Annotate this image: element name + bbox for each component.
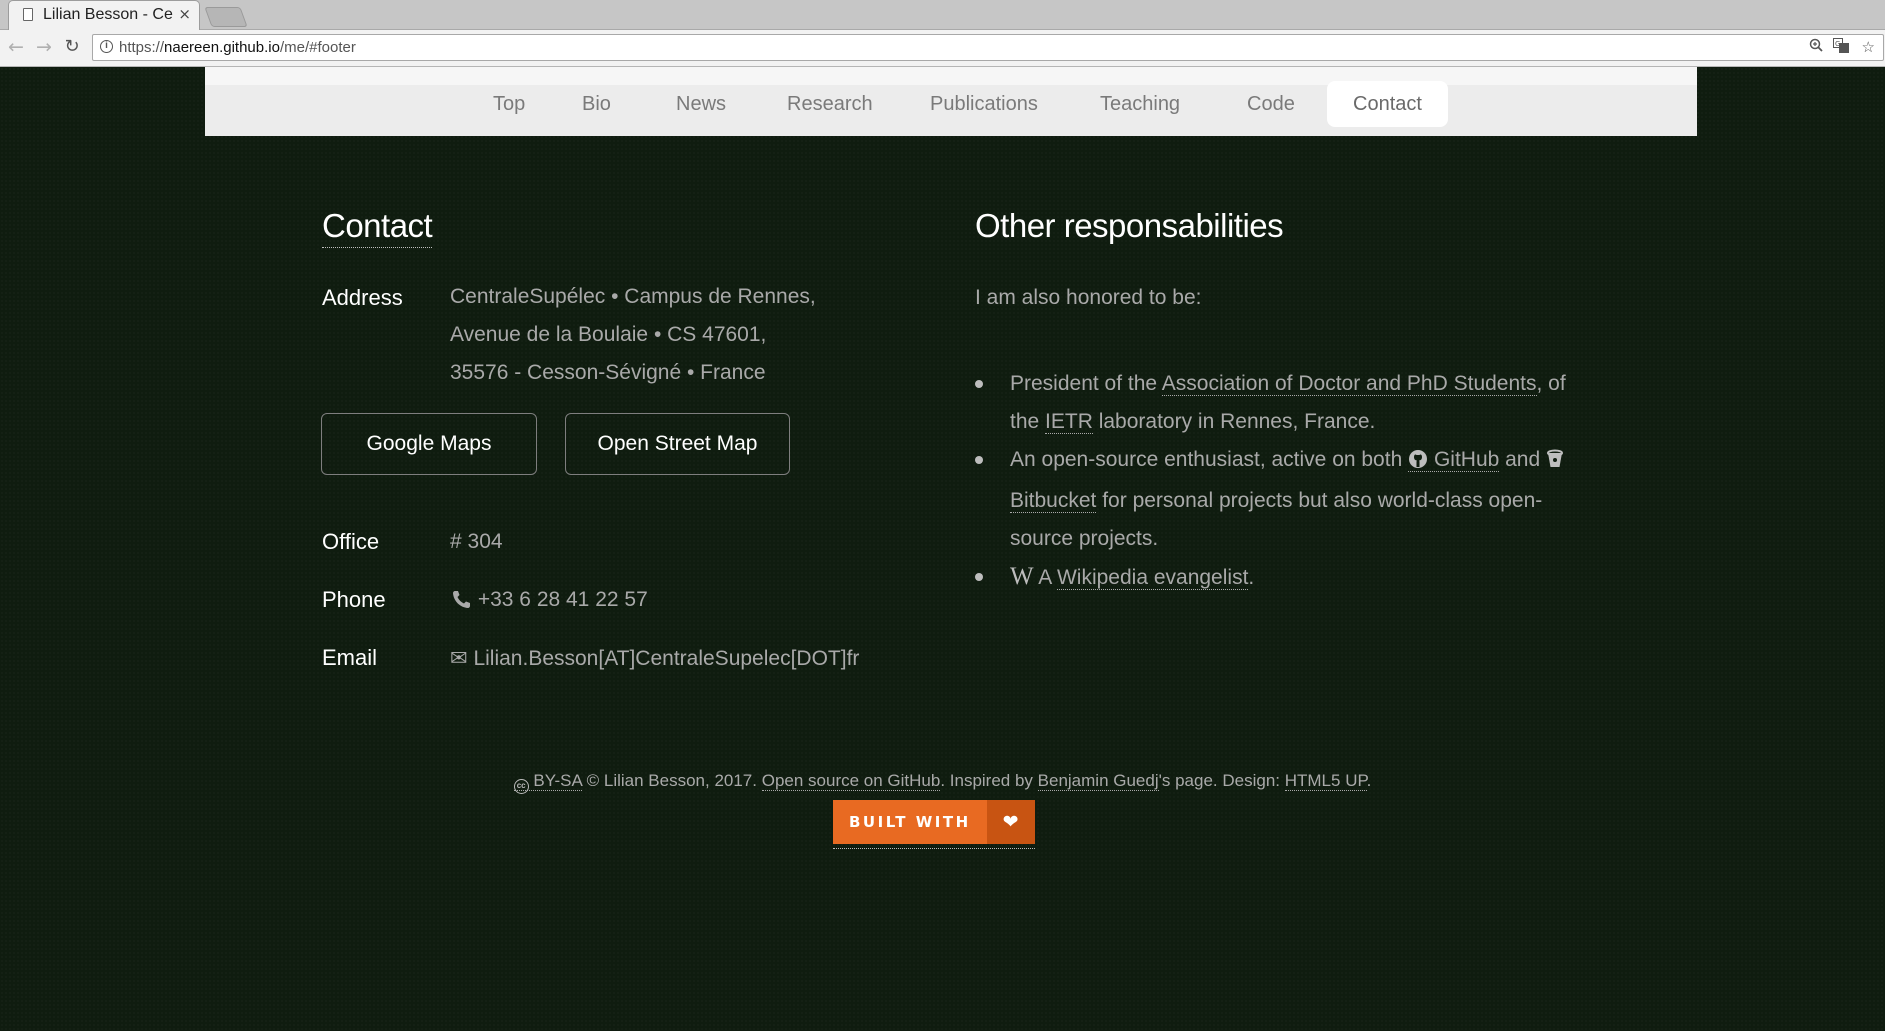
built-with-love-badge[interactable]: BUILT WITH ❤: [833, 800, 1035, 849]
other-intro: I am also honored to be:: [975, 286, 1202, 309]
close-icon[interactable]: ×: [178, 5, 191, 23]
office-value: # 304: [450, 530, 503, 553]
google-maps-button[interactable]: Google Maps: [321, 413, 537, 475]
nav-item-news[interactable]: News: [650, 81, 752, 127]
address-label: Address: [322, 285, 403, 310]
nav-item-code[interactable]: Code: [1221, 81, 1321, 127]
phone-label: Phone: [322, 587, 386, 612]
nav-item-bio[interactable]: Bio: [556, 81, 637, 127]
nav-item-publications[interactable]: Publications: [904, 81, 1064, 127]
footer-credits: cc BY-SA © Lilian Besson, 2017. Open sou…: [0, 771, 1885, 794]
html5up-link[interactable]: HTML5 UP: [1284, 771, 1367, 791]
tab-title: Lilian Besson - Ce: [43, 6, 173, 23]
phone-value[interactable]: +33 6 28 41 22 57: [450, 588, 648, 615]
open-source-github-link[interactable]: Open source on GitHub: [761, 771, 941, 791]
license-link[interactable]: cc BY-SA: [513, 771, 582, 794]
bullet-icon: [975, 573, 983, 581]
open-street-map-button[interactable]: Open Street Map: [565, 413, 790, 475]
page-body: Top Bio News Research Publications Teach…: [0, 67, 1885, 1031]
responsabilities-list: President of the Association of Doctor a…: [975, 365, 1575, 597]
forward-arrow-icon[interactable]: →: [32, 34, 56, 60]
nav-item-contact[interactable]: Contact: [1327, 81, 1448, 127]
creative-commons-icon: cc: [513, 779, 529, 794]
wikipedia-link[interactable]: Wikipedia evangelist: [1056, 566, 1249, 590]
email-address[interactable]: Lilian.Besson[AT]CentraleSupelec[DOT]fr: [473, 647, 859, 670]
translate-icon[interactable]: G: [1833, 38, 1849, 57]
bitbucket-icon: [1546, 444, 1564, 482]
browser-tab[interactable]: Lilian Besson - Ce ×: [8, 0, 200, 30]
wikipedia-icon: W: [1010, 563, 1034, 590]
badge-text: BUILT WITH: [833, 800, 987, 844]
contact-heading: Contact: [322, 207, 433, 248]
svg-text:G: G: [1835, 40, 1840, 48]
email-label: Email: [322, 645, 378, 670]
github-link[interactable]: GitHub: [1408, 448, 1500, 472]
bullet-icon: [975, 380, 983, 388]
page-icon: [23, 8, 33, 21]
list-item: W A Wikipedia evangelist.: [975, 558, 1575, 597]
address-bar[interactable]: i https://naereen.github.io/me/#footer G…: [92, 34, 1884, 61]
new-tab-button[interactable]: [204, 7, 248, 27]
phone-number[interactable]: +33 6 28 41 22 57: [478, 588, 648, 611]
browser-tabstrip: Lilian Besson - Ce ×: [0, 0, 1885, 30]
info-icon[interactable]: i: [100, 40, 113, 53]
github-icon: [1408, 444, 1428, 482]
bitbucket-link[interactable]: Bitbucket: [1010, 489, 1097, 513]
star-icon[interactable]: ☆: [1862, 38, 1875, 56]
email-value[interactable]: ✉ Lilian.Besson[AT]CentraleSupelec[DOT]f…: [450, 646, 859, 671]
office-label: Office: [322, 529, 380, 554]
heart-icon: ❤: [986, 800, 1035, 844]
reload-icon[interactable]: ↻: [60, 34, 84, 60]
ietr-link[interactable]: IETR: [1045, 410, 1093, 434]
top-navigation: Top Bio News Research Publications Teach…: [205, 67, 1697, 136]
address-line-1: CentraleSupélec • Campus de Rennes,: [450, 285, 816, 308]
address-line-3: 35576 - Cesson-Sévigné • France: [450, 361, 766, 384]
list-item: President of the Association of Doctor a…: [975, 365, 1575, 441]
nav-item-teaching[interactable]: Teaching: [1074, 81, 1206, 127]
nav-item-top[interactable]: Top: [467, 81, 551, 127]
list-item: An open-source enthusiast, active on bot…: [975, 441, 1575, 558]
nav-item-research[interactable]: Research: [761, 81, 899, 127]
benjamin-guedj-link[interactable]: Benjamin Guedj: [1037, 771, 1159, 791]
adoc-link[interactable]: Association of Doctor and PhD Students: [1161, 372, 1537, 396]
address-line-2: Avenue de la Boulaie • CS 47601,: [450, 323, 767, 346]
back-arrow-icon[interactable]: ←: [4, 34, 28, 60]
phone-icon: [450, 589, 472, 615]
bullet-icon: [975, 456, 983, 464]
url-text[interactable]: https://naereen.github.io/me/#footer: [119, 39, 356, 56]
zoom-icon[interactable]: [1809, 38, 1823, 56]
other-responsabilities-heading: Other responsabilities: [975, 207, 1284, 244]
browser-toolbar: ← → ↻ i https://naereen.github.io/me/#fo…: [0, 30, 1885, 67]
envelope-icon: ✉: [450, 647, 468, 670]
